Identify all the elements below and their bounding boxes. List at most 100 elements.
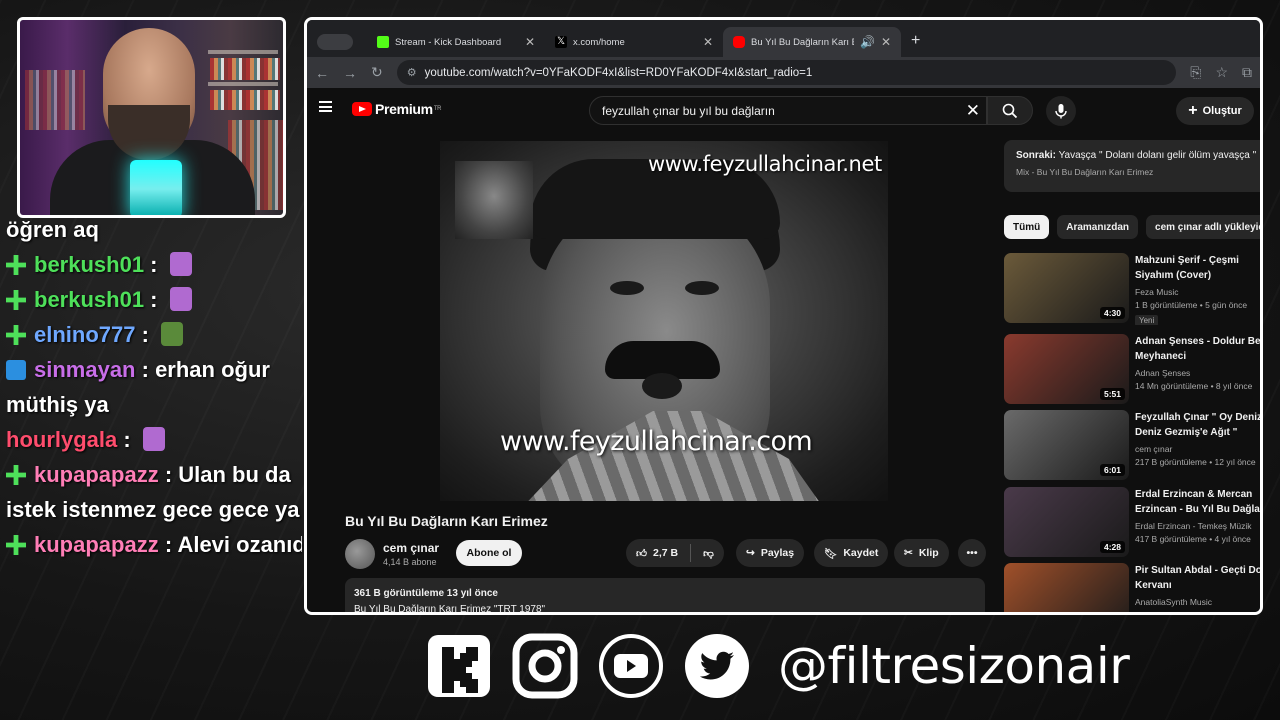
subscribe-button[interactable]: Abone ol	[456, 540, 522, 566]
logo-text: Premium	[375, 101, 433, 117]
thumbs-down-icon[interactable]: 👎︎	[703, 547, 714, 560]
recommended-video[interactable]: 6:01 Feyzullah Çınar " Oy Deniz Deniz Gez…	[1004, 410, 1260, 482]
chat-message: sinmayan : erhan oğur müthiş ya	[6, 357, 270, 417]
moderator-badge-icon	[6, 360, 26, 380]
video-thumbnail[interactable]: 4:28	[1004, 487, 1129, 557]
mix-label: Mix - Bu Yıl Bu Dağların Karı Erimez	[1016, 167, 1154, 177]
forward-icon[interactable]: →	[343, 65, 357, 81]
video-thumbnail[interactable]	[1004, 563, 1129, 612]
star-icon[interactable]: ☆	[1215, 64, 1228, 81]
channel-avatar[interactable]	[345, 539, 375, 569]
emote-icon	[169, 287, 192, 311]
reload-icon[interactable]: ↻	[371, 64, 383, 81]
tab-x-home[interactable]: 𝕏 x.com/home ✕	[545, 27, 723, 57]
search-button[interactable]	[987, 96, 1033, 125]
tab-search-button[interactable]	[317, 34, 353, 50]
close-icon[interactable]: ✕	[525, 35, 535, 49]
subscriber-count: 4,14 B abone	[383, 557, 437, 567]
thumbs-up-icon: 👍︎	[636, 547, 647, 560]
kick-icon	[377, 36, 389, 48]
youtube-play-icon	[352, 102, 372, 116]
extensions-icon[interactable]: ⧉	[1242, 64, 1252, 81]
filter-chips: Tümü Aramanızdan cem çınar adlı yükleyic…	[1004, 215, 1260, 239]
new-tab-button[interactable]: +	[911, 32, 920, 50]
video-stats: 14 Mn görüntüleme • 8 yıl önce	[1135, 381, 1253, 391]
video-thumbnail[interactable]: 4:30	[1004, 253, 1129, 323]
youtube-icon	[598, 633, 664, 699]
like-count: 2,7 B	[652, 547, 679, 559]
channel-name[interactable]: cem çınar	[1135, 444, 1260, 454]
recommended-video[interactable]: Pir Sultan Abdal - Geçti Dost Kervanı Ana…	[1004, 563, 1260, 612]
back-icon[interactable]: ←	[315, 65, 329, 81]
clear-icon[interactable]: ✕	[966, 101, 980, 121]
channel-name[interactable]: Erdal Erzincan - Temkeş Müzik	[1135, 521, 1260, 531]
chat-message: hourlygala :	[6, 422, 302, 457]
chat-message: berkush01 :	[6, 282, 302, 317]
url-text: youtube.com/watch?v=0YFaKODF4xI&list=RD0…	[424, 66, 813, 79]
site-info-icon[interactable]: ⚙	[407, 66, 417, 79]
chat-username: sinmayan	[34, 357, 136, 382]
install-icon[interactable]: ⎘	[1190, 64, 1201, 81]
menu-icon[interactable]	[319, 101, 332, 112]
video-duration: 6:01	[1099, 464, 1125, 476]
chat-username: berkush01	[34, 287, 145, 312]
clip-label: Klip	[918, 547, 939, 559]
tab-kick-dashboard[interactable]: Stream - Kick Dashboard ✕	[367, 27, 545, 57]
search-input[interactable]: feyzullah çınar bu yıl bu dağların ✕	[589, 96, 987, 125]
up-next-panel[interactable]: Sonraki: Yavaşça " Dolanı dolanı gelir ö…	[1004, 140, 1260, 192]
recommended-video[interactable]: 4:30 Mahzuni Şerif - Çeşmi Siyahım (Cover…	[1004, 253, 1260, 325]
video-title[interactable]: Erdal Erzincan & Mercan Erzincan - Bu Yı…	[1135, 487, 1260, 517]
voice-search-button[interactable]	[1046, 96, 1076, 126]
video-title[interactable]: Mahzuni Şerif - Çeşmi Siyahım (Cover)	[1135, 253, 1260, 283]
video-stats: 417 B görüntüleme • 4 yıl önce	[1135, 534, 1251, 544]
video-stats: 1 B görüntüleme • 5 gün önce	[1135, 300, 1248, 310]
video-duration: 4:30	[1099, 307, 1125, 319]
plus-icon: +	[1188, 102, 1198, 119]
chip-all[interactable]: Tümü	[1004, 215, 1050, 239]
url-field[interactable]: ⚙ youtube.com/watch?v=0YFaKODF4xI&list=R…	[396, 60, 1177, 85]
youtube-page: Premium TR feyzullah çınar bu yıl bu dağ…	[307, 88, 1260, 612]
description-stats: 361 B görüntüleme 13 yıl önce	[354, 588, 498, 599]
bookmark-icon: 🔖︎	[824, 547, 838, 560]
close-icon[interactable]: ✕	[703, 35, 713, 49]
save-button[interactable]: 🔖︎ Kaydet	[814, 539, 889, 567]
chat-username: elnino777	[34, 322, 136, 347]
share-button[interactable]: ↪ Paylaş	[736, 539, 805, 567]
watermark-top: www.feyzullahcinar.net	[648, 152, 882, 176]
clip-button[interactable]: ✂ Klip	[894, 539, 949, 567]
youtube-logo[interactable]: Premium TR	[352, 101, 442, 117]
search-value: feyzullah çınar bu yıl bu dağların	[602, 103, 775, 118]
recommended-video[interactable]: 5:51 Adnan Şenses - Doldur Be Meyhaneci Ad…	[1004, 334, 1260, 406]
channel-name[interactable]: cem çınar	[383, 541, 439, 555]
youtube-header: Premium TR feyzullah çınar bu yıl bu dağ…	[307, 88, 1260, 132]
chip-uploader[interactable]: cem çınar adlı yükleyiciden	[1146, 215, 1260, 239]
channel-name[interactable]: Adnan Şenses	[1135, 368, 1260, 378]
video-title[interactable]: Adnan Şenses - Doldur Be Meyhaneci	[1135, 334, 1260, 364]
description-box[interactable]: 361 B görüntüleme 13 yıl önce Bu Yıl Bu …	[345, 578, 985, 612]
video-duration: 4:28	[1099, 541, 1125, 553]
video-stats: 217 B görüntüleme • 12 yıl önce	[1135, 457, 1256, 467]
social-handle: @filtresizonair	[778, 637, 1130, 695]
chat-message: kupapapazz : Ulan bu da istek istenmez g…	[6, 462, 300, 522]
speaker-icon[interactable]: 🔊	[860, 35, 875, 49]
more-button[interactable]: •••	[958, 539, 986, 567]
video-player[interactable]: www.feyzullahcinar.net www.feyzullahcina…	[440, 141, 888, 501]
subscriber-badge-icon	[6, 535, 26, 555]
video-title[interactable]: Feyzullah Çınar " Oy Deniz Deniz Gezmiş'…	[1135, 410, 1260, 440]
tab-youtube[interactable]: Bu Yıl Bu Dağların Karı Erimez 🔊 ✕	[723, 27, 901, 57]
share-label: Paylaş	[760, 547, 795, 559]
video-title[interactable]: Pir Sultan Abdal - Geçti Dost Kervanı	[1135, 563, 1260, 593]
microphone	[130, 160, 182, 215]
chat-message: kupapapazz : Alevi ozanıdır	[6, 527, 302, 562]
logo-region: TR	[433, 106, 442, 112]
video-thumbnail[interactable]: 5:51	[1004, 334, 1129, 404]
recommended-video[interactable]: 4:28 Erdal Erzincan & Mercan Erzincan - B…	[1004, 487, 1260, 559]
chip-from-search[interactable]: Aramanızdan	[1057, 215, 1139, 239]
video-thumbnail[interactable]: 6:01	[1004, 410, 1129, 480]
create-button[interactable]: + Oluştur	[1176, 97, 1254, 125]
channel-name[interactable]: Feza Music	[1135, 287, 1260, 297]
like-button[interactable]: 👍︎ 2,7 B 👎︎	[626, 539, 724, 567]
tab-title: Bu Yıl Bu Dağların Karı Erimez	[751, 36, 854, 48]
close-icon[interactable]: ✕	[881, 35, 891, 49]
channel-name[interactable]: AnatoliaSynth Music	[1135, 597, 1260, 607]
